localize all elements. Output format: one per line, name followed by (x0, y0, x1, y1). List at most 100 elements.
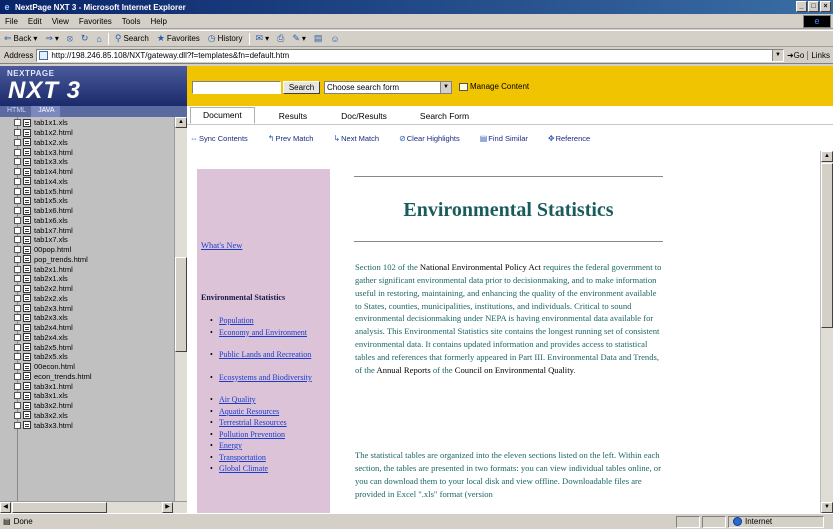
tree-toggle-icon[interactable] (14, 158, 21, 166)
close-button[interactable]: × (820, 1, 831, 12)
menu-file[interactable]: File (0, 17, 23, 26)
refresh-button[interactable]: ↻ (77, 33, 93, 44)
tree-item[interactable]: tab3x1.html (14, 381, 172, 391)
tab-search-form[interactable]: Search Form (420, 111, 469, 124)
tree-toggle-icon[interactable] (14, 255, 21, 263)
tree-toggle-icon[interactable] (14, 226, 21, 234)
tree-toggle-icon[interactable] (14, 314, 21, 322)
nav-link-global-climate[interactable]: Global Climate (210, 464, 328, 474)
tree-item[interactable]: tab2x4.html (14, 323, 172, 333)
tree-item[interactable]: pop_trends.html (14, 255, 172, 265)
minimize-button[interactable]: _ (796, 1, 807, 12)
tree-toggle-icon[interactable] (14, 402, 21, 410)
tree-toggle-icon[interactable] (14, 168, 21, 176)
tree-toggle-icon[interactable] (14, 207, 21, 215)
tab-doc-results[interactable]: Doc/Results (341, 111, 387, 124)
tree-item[interactable]: tab2x3.xls (14, 313, 172, 323)
tree-toggle-icon[interactable] (14, 246, 21, 254)
whats-new-link[interactable]: What's New (201, 240, 242, 250)
tree-item[interactable]: tab1x7.xls (14, 235, 172, 245)
reference-link[interactable]: ✥ Reference (548, 134, 590, 143)
links-button[interactable]: Links (807, 51, 833, 60)
tree-item[interactable]: 00econ.html (14, 362, 172, 372)
tree-toggle-icon[interactable] (14, 265, 21, 273)
tree-toggle-icon[interactable] (14, 275, 21, 283)
scroll-thumb[interactable] (821, 163, 833, 328)
tree-item[interactable]: tab2x5.html (14, 342, 172, 352)
nav-link-pollution[interactable]: Pollution Prevention (210, 430, 328, 440)
tree-item[interactable]: tab1x3.html (14, 147, 172, 157)
nav-link-population[interactable]: Population (210, 316, 328, 326)
favorites-button[interactable]: ★ Favorites (153, 33, 204, 44)
tab-results[interactable]: Results (279, 111, 307, 124)
tree-toggle-icon[interactable] (14, 138, 21, 146)
tree-item[interactable]: tab2x5.xls (14, 352, 172, 362)
tree-toggle-icon[interactable] (14, 177, 21, 185)
tree-item[interactable]: tab2x4.xls (14, 333, 172, 343)
search-submit-button[interactable]: Search (283, 81, 320, 94)
search-input[interactable] (192, 81, 281, 94)
home-button[interactable]: ⌂ (92, 34, 105, 44)
tree-toggle-icon[interactable] (14, 197, 21, 205)
chevron-down-icon[interactable]: ▼ (440, 82, 451, 93)
tree-item[interactable]: tab1x6.xls (14, 216, 172, 226)
tree-toggle-icon[interactable] (14, 324, 21, 332)
tree-item[interactable]: tab1x7.html (14, 225, 172, 235)
nav-link-economy[interactable]: Economy and Environment (210, 328, 328, 349)
tree-toggle-icon[interactable] (14, 119, 21, 127)
tree-toggle-icon[interactable] (14, 216, 21, 224)
tree-toggle-icon[interactable] (14, 294, 21, 302)
tree-toggle-icon[interactable] (14, 392, 21, 400)
clear-highlights-link[interactable]: ⊘ Clear Highlights (399, 134, 460, 143)
tree-toggle-icon[interactable] (14, 148, 21, 156)
nav-link-ecosystems[interactable]: Ecosystems and Biodiversity (210, 373, 328, 394)
nav-link-terrestrial[interactable]: Terrestrial Resources (210, 418, 328, 428)
manage-content-link[interactable]: Manage Content (459, 82, 529, 91)
edit-button[interactable]: ✎ ▾ (288, 33, 310, 44)
search-form-select[interactable]: Choose search form ▼ (324, 81, 452, 94)
tab-document[interactable]: Document (190, 107, 255, 124)
scroll-down-icon[interactable]: ▼ (821, 502, 833, 513)
tree-toggle-icon[interactable] (14, 372, 21, 380)
forward-button[interactable]: ⇒ ▾ (41, 33, 63, 44)
discuss-button[interactable]: ▤ (310, 33, 327, 44)
find-similar-link[interactable]: ▤ Find Similar (480, 134, 528, 143)
tree-toggle-icon[interactable] (14, 353, 21, 361)
tree-item[interactable]: tab1x4.xls (14, 177, 172, 187)
menu-tools[interactable]: Tools (117, 17, 146, 26)
tree-item[interactable]: tab2x2.xls (14, 294, 172, 304)
tree-item[interactable]: tab2x1.xls (14, 274, 172, 284)
messenger-button[interactable]: ☺ (326, 34, 343, 44)
history-button[interactable]: ◷ History (204, 33, 247, 44)
tree-item[interactable]: tab1x6.html (14, 206, 172, 216)
scroll-thumb[interactable] (12, 502, 107, 513)
tree-item[interactable]: tab3x2.xls (14, 411, 172, 421)
back-button[interactable]: ⇐ Back ▾ (0, 33, 41, 44)
scroll-left-icon[interactable]: ◀ (0, 502, 11, 513)
tree-item[interactable]: tab1x4.html (14, 167, 172, 177)
tree-toggle-icon[interactable] (14, 363, 21, 371)
tree-item[interactable]: tab2x2.html (14, 284, 172, 294)
tree-item[interactable]: tab1x1.xls (14, 118, 172, 128)
tree-toggle-icon[interactable] (14, 382, 21, 390)
scroll-up-icon[interactable]: ▲ (821, 151, 833, 162)
tree-toggle-icon[interactable] (14, 129, 21, 137)
scroll-up-icon[interactable]: ▲ (175, 117, 187, 128)
nav-link-public-lands[interactable]: Public Lands and Recreation (210, 350, 328, 371)
print-button[interactable]: ⎙ (273, 33, 288, 44)
nav-link-energy[interactable]: Energy (210, 441, 328, 451)
tree-item[interactable]: tab1x3.xls (14, 157, 172, 167)
search-button[interactable]: ⚲ Search (111, 33, 153, 44)
scroll-thumb[interactable] (175, 257, 187, 352)
nav-link-transportation[interactable]: Transportation (210, 453, 328, 463)
nav-link-aquatic[interactable]: Aquatic Resources (210, 407, 328, 417)
next-match-link[interactable]: ↳ Next Match (333, 134, 379, 143)
tree-item[interactable]: 00pop.html (14, 245, 172, 255)
menu-help[interactable]: Help (145, 17, 171, 26)
tree-toggle-icon[interactable] (14, 236, 21, 244)
maximize-button[interactable]: □ (808, 1, 819, 12)
sync-contents-link[interactable]: ⇔ Sync Contents (190, 134, 248, 143)
prev-match-link[interactable]: ↰ Prev Match (268, 134, 314, 143)
tree-item[interactable]: tab3x3.html (14, 420, 172, 430)
tree-horizontal-scrollbar[interactable]: ◀ ▶ (0, 501, 187, 513)
